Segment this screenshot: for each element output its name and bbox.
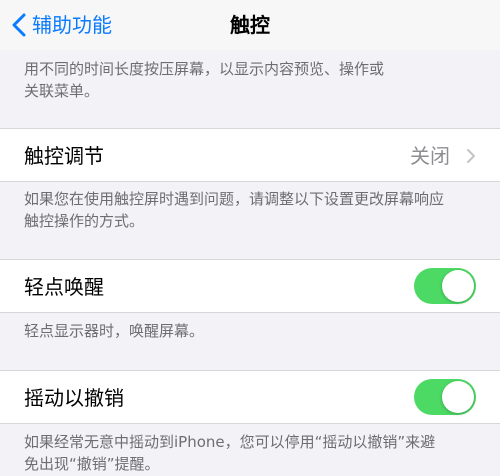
toggle-knob [442, 381, 474, 413]
tap-to-wake-footer: 轻点显示器时，唤醒屏幕。 [24, 320, 480, 342]
shake-to-undo-footer: 如果经常无意中摇动到iPhone，您可以停用“摇动以撤销”来避 免出现“撤销”提… [24, 431, 480, 475]
shake-to-undo-toggle[interactable] [414, 379, 476, 415]
touch-accommodations-label: 触控调节 [24, 144, 104, 168]
shake-to-undo-cell: 摇动以撤销 [0, 370, 500, 424]
touch-accommodations-footer: 如果您在使用触控屏时遇到问题，请调整以下设置更改屏幕响应 触控操作的方式。 [24, 188, 480, 232]
shake-to-undo-label: 摇动以撤销 [24, 386, 124, 410]
page-title: 触控 [230, 13, 270, 37]
footer-line: 如果经常无意中摇动到iPhone，您可以停用“摇动以撤销”来避 [24, 433, 436, 451]
footer-line: 用不同的时间长度按压屏幕，以显示内容预览、操作或 [24, 60, 385, 78]
footer-line: 触控操作的方式。 [24, 212, 145, 230]
footer-line: 免出现“撤销”提醒。 [24, 455, 160, 473]
haptic-touch-footer: 用不同的时间长度按压屏幕，以显示内容预览、操作或 关联菜单。 [24, 58, 480, 102]
tap-to-wake-toggle[interactable] [414, 268, 476, 304]
footer-line: 关联菜单。 [24, 82, 100, 100]
touch-accommodations-value: 关闭 [410, 144, 450, 168]
tap-to-wake-label: 轻点唤醒 [24, 275, 104, 299]
chevron-right-icon [467, 149, 475, 163]
toggle-knob [442, 270, 474, 302]
navigation-bar: 辅助功能 触控 [0, 0, 500, 50]
footer-line: 如果您在使用触控屏时遇到问题，请调整以下设置更改屏幕响应 [24, 190, 445, 208]
footer-line: 轻点显示器时，唤醒屏幕。 [24, 322, 205, 340]
tap-to-wake-cell: 轻点唤醒 [0, 259, 500, 313]
touch-accommodations-cell[interactable]: 触控调节 关闭 [0, 128, 500, 182]
